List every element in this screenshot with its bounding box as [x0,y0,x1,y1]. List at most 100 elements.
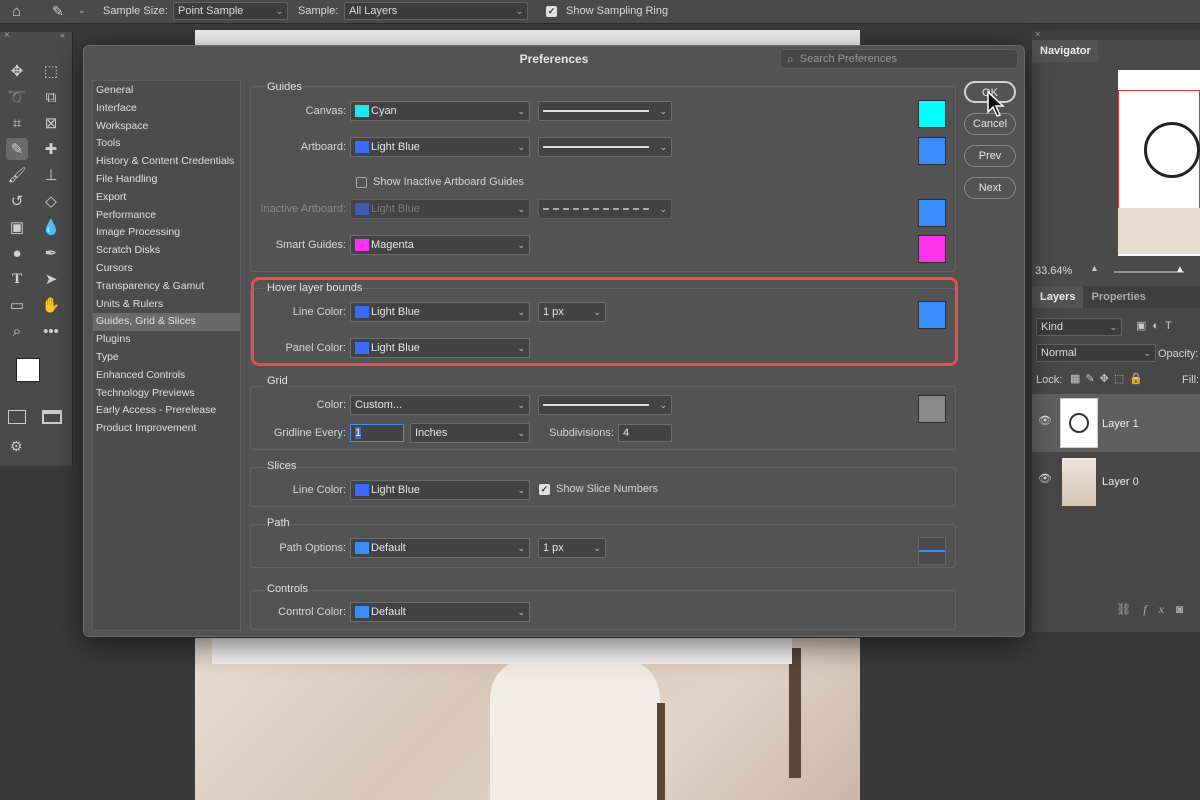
layer-name[interactable]: Layer 0 [1102,476,1139,488]
navigator-thumbnail[interactable] [1118,70,1200,256]
nav-item[interactable]: Cursors [93,260,240,278]
nav-item[interactable]: General [93,82,240,100]
show-slice-numbers[interactable]: ✓ Show Slice Numbers [539,483,658,495]
nav-item[interactable]: Plugins [93,331,240,349]
lasso-tool-icon[interactable]: ➰ [6,86,28,108]
path-width-select[interactable]: 1 px ⌄ [538,538,606,558]
collapse-icon[interactable]: « [60,30,65,40]
canvas-line-style-select[interactable]: ⌄ [538,101,672,121]
eye-icon[interactable]: 👁 [1038,472,1052,485]
inactive-artboard-swatch[interactable] [918,199,946,227]
layer-name[interactable]: Layer 1 [1102,418,1139,430]
canvas-color-select[interactable]: Cyan ⌄ [350,101,530,121]
blur-tool-icon[interactable]: 💧 [40,216,62,238]
path-options-select[interactable]: Default ⌄ [350,538,530,558]
checkbox[interactable] [356,176,367,188]
zoom-slider[interactable] [1114,271,1184,273]
nav-item[interactable]: Type [93,349,240,367]
zoom-tool-icon[interactable]: ⌕ [6,320,28,342]
more-tools-icon[interactable]: ••• [40,320,62,342]
smart-guides-color-select[interactable]: Magenta ⌄ [350,235,530,255]
eyedropper-tool-icon[interactable]: ✎ [6,138,28,160]
quick-mask-icon[interactable] [8,410,26,424]
layer-filter-select[interactable]: Kind ⌄ [1036,318,1122,336]
history-brush-icon[interactable]: ↺ [6,190,28,212]
nav-item[interactable]: Early Access - Prerelease [93,402,240,420]
path-select-tool-icon[interactable]: ➤ [40,268,62,290]
eye-icon[interactable]: 👁 [1038,414,1052,427]
artboard-color-select[interactable]: Light Blue ⌄ [350,137,530,157]
eraser-tool-icon[interactable]: ◇ [40,190,62,212]
edit-toolbar-icon[interactable]: ⚙ [10,438,23,455]
layer-row[interactable]: 👁 Layer 0 [1032,452,1200,510]
search-preferences-input[interactable]: ⌕ Search Preferences [780,49,1018,69]
nav-item[interactable]: Units & Rulers [93,296,240,314]
eyedropper-icon[interactable]: ✎ [52,3,64,20]
gradient-tool-icon[interactable]: ▣ [6,216,28,238]
grid-color-select[interactable]: Custom... ⌄ [350,395,530,415]
nav-item[interactable]: Export [93,189,240,207]
nav-item[interactable]: Image Processing [93,224,240,242]
subdivisions-input[interactable]: 4 [618,424,672,442]
nav-item[interactable]: Technology Previews [93,385,240,403]
lock-icons[interactable]: ▦✎✥⬚🔒 [1070,372,1148,385]
brush-tool-icon[interactable]: 🖌 [6,164,28,186]
tab-navigator[interactable]: Navigator [1032,40,1098,62]
next-button[interactable]: Next [964,177,1016,199]
stamp-tool-icon[interactable]: ⊥ [40,164,62,186]
rectangle-tool-icon[interactable]: ▭ [6,294,28,316]
sample-size-select[interactable]: Point Sample ⌄ [173,2,288,20]
nav-item[interactable]: Scratch Disks [93,242,240,260]
close-icon[interactable]: × [1035,29,1040,39]
nav-item[interactable]: Workspace [93,118,240,136]
crop-tool-icon[interactable]: ⌗ [6,112,28,134]
inactive-line-style-select[interactable]: ⌄ [538,199,672,219]
nav-item[interactable]: Product Improvement [93,420,240,438]
marquee-tool-icon[interactable]: ⬚ [40,60,62,82]
type-tool-icon[interactable]: T [6,268,28,290]
sample-select[interactable]: All Layers ⌄ [344,2,528,20]
zoom-level[interactable]: 33.64% [1035,265,1072,277]
control-color-select[interactable]: Default ⌄ [350,602,530,622]
tab-properties[interactable]: Properties [1083,286,1153,308]
nav-item[interactable]: Performance [93,207,240,225]
canvas-color-swatch[interactable] [918,100,946,128]
nav-item[interactable]: Interface [93,100,240,118]
move-tool-icon[interactable]: ✥ [6,60,28,82]
checkbox[interactable]: ✓ [539,483,550,495]
nav-item[interactable]: File Handling [93,171,240,189]
nav-item[interactable]: Tools [93,135,240,153]
nav-item[interactable]: Transparency & Gamut [93,278,240,296]
artboard-line-style-select[interactable]: ⌄ [538,137,672,157]
zoom-slider-handle-icon[interactable]: ▲ [1175,264,1185,275]
nav-item[interactable]: Enhanced Controls [93,367,240,385]
artboard-color-swatch[interactable] [918,137,946,165]
tab-layers[interactable]: Layers [1032,286,1084,308]
zoom-out-icon[interactable]: ▲ [1090,263,1099,273]
grid-color-swatch[interactable] [918,395,946,423]
nav-item[interactable]: History & Content Credentials [93,153,240,171]
show-inactive-artboard-guides[interactable]: Show Inactive Artboard Guides [356,176,524,188]
grid-units-select[interactable]: Inches ⌄ [410,423,530,443]
dodge-tool-icon[interactable]: ● [6,242,28,264]
nav-item[interactable]: Guides, Grid & Slices [93,313,240,332]
smart-guides-swatch[interactable] [918,235,946,263]
foreground-color-swatch[interactable] [16,358,40,382]
frame-tool-icon[interactable]: ⊠ [40,112,62,134]
slices-line-color-select[interactable]: Light Blue ⌄ [350,480,530,500]
healing-tool-icon[interactable]: ✚ [40,138,62,160]
pen-tool-icon[interactable]: ✒ [40,242,62,264]
inactive-artboard-color-select[interactable]: Light Blue ⌄ [350,199,530,219]
layer-row[interactable]: 👁 Layer 1 [1032,394,1200,452]
prev-button[interactable]: Prev [964,145,1016,167]
chevron-down-icon[interactable]: ⌄ [78,5,86,16]
blend-mode-select[interactable]: Normal ⌄ [1036,344,1156,362]
grid-line-style-select[interactable]: ⌄ [538,395,672,415]
filter-icons[interactable]: ▣◐T [1136,319,1178,332]
gridline-every-input[interactable]: 1 [350,424,404,442]
layer-footer-icons[interactable]: ⛓fx◙ [1116,602,1195,617]
close-icon[interactable]: × [4,30,10,41]
hand-tool-icon[interactable]: ✋ [40,294,62,316]
object-select-tool-icon[interactable]: ⧉ [40,86,62,108]
home-icon[interactable]: ⌂ [12,3,21,20]
